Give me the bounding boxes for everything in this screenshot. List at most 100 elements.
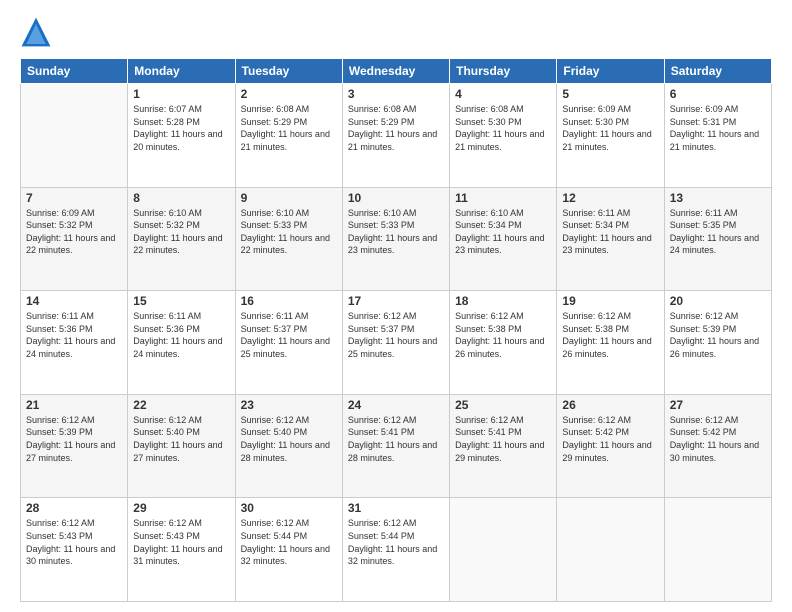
calendar-cell: 31 Sunrise: 6:12 AM Sunset: 5:44 PM Dayli… [342, 498, 449, 602]
day-number: 11 [455, 191, 551, 205]
calendar-cell: 30 Sunrise: 6:12 AM Sunset: 5:44 PM Dayli… [235, 498, 342, 602]
day-number: 4 [455, 87, 551, 101]
calendar-cell: 11 Sunrise: 6:10 AM Sunset: 5:34 PM Dayli… [450, 187, 557, 291]
day-number: 29 [133, 501, 229, 515]
calendar-week-row: 21 Sunrise: 6:12 AM Sunset: 5:39 PM Dayli… [21, 394, 772, 498]
day-info: Sunrise: 6:12 AM Sunset: 5:37 PM Dayligh… [348, 310, 444, 360]
day-number: 14 [26, 294, 122, 308]
day-number: 8 [133, 191, 229, 205]
calendar-cell: 3 Sunrise: 6:08 AM Sunset: 5:29 PM Daylig… [342, 84, 449, 188]
weekday-header: Monday [128, 59, 235, 84]
weekday-header: Sunday [21, 59, 128, 84]
calendar-cell [557, 498, 664, 602]
logo [20, 16, 56, 48]
calendar-cell: 28Sunrise: 6:12 AM Sunset: 5:43 PM Dayli… [21, 498, 128, 602]
day-number: 10 [348, 191, 444, 205]
day-number: 17 [348, 294, 444, 308]
calendar-cell: 27 Sunrise: 6:12 AM Sunset: 5:42 PM Dayli… [664, 394, 771, 498]
day-info: Sunrise: 6:10 AM Sunset: 5:32 PM Dayligh… [133, 207, 229, 257]
day-info: Sunrise: 6:12 AM Sunset: 5:40 PM Dayligh… [133, 414, 229, 464]
calendar-cell: 20 Sunrise: 6:12 AM Sunset: 5:39 PM Dayli… [664, 291, 771, 395]
calendar-cell: 2 Sunrise: 6:08 AM Sunset: 5:29 PM Daylig… [235, 84, 342, 188]
day-number: 22 [133, 398, 229, 412]
calendar-cell: 19 Sunrise: 6:12 AM Sunset: 5:38 PM Dayli… [557, 291, 664, 395]
day-info: Sunrise: 6:12 AM Sunset: 5:44 PM Dayligh… [241, 517, 337, 567]
calendar-cell: 23 Sunrise: 6:12 AM Sunset: 5:40 PM Dayli… [235, 394, 342, 498]
weekday-header: Tuesday [235, 59, 342, 84]
day-info: Sunrise: 6:12 AM Sunset: 5:43 PM Dayligh… [133, 517, 229, 567]
day-info: Sunrise: 6:08 AM Sunset: 5:29 PM Dayligh… [241, 103, 337, 153]
calendar-cell: 17 Sunrise: 6:12 AM Sunset: 5:37 PM Dayli… [342, 291, 449, 395]
day-number: 30 [241, 501, 337, 515]
calendar-cell: 22 Sunrise: 6:12 AM Sunset: 5:40 PM Dayli… [128, 394, 235, 498]
day-info: Sunrise: 6:12 AM Sunset: 5:41 PM Dayligh… [455, 414, 551, 464]
day-info: Sunrise: 6:11 AM Sunset: 5:36 PM Dayligh… [133, 310, 229, 360]
calendar-cell: 12Sunrise: 6:11 AM Sunset: 5:34 PM Dayli… [557, 187, 664, 291]
calendar-cell: 15 Sunrise: 6:11 AM Sunset: 5:36 PM Dayli… [128, 291, 235, 395]
day-number: 28 [26, 501, 122, 515]
day-info: Sunrise: 6:10 AM Sunset: 5:33 PM Dayligh… [241, 207, 337, 257]
day-number: 18 [455, 294, 551, 308]
day-info: Sunrise: 6:12 AM Sunset: 5:39 PM Dayligh… [670, 310, 766, 360]
header [20, 16, 772, 48]
day-number: 31 [348, 501, 444, 515]
day-info: Sunrise: 6:12 AM Sunset: 5:39 PM Dayligh… [26, 414, 122, 464]
day-number: 23 [241, 398, 337, 412]
calendar-week-row: 28 Sunrise: 6:12 AM Sunset: 5:43 PM Dayli… [21, 498, 772, 602]
calendar-cell [664, 498, 771, 602]
day-number: 15 [133, 294, 229, 308]
day-info: Sunrise: 6:12 AM Sunset: 5:38 PM Dayligh… [562, 310, 658, 360]
day-info: Sunrise: 6:12 AM Sunset: 5:41 PM Dayligh… [348, 414, 444, 464]
day-info: Sunrise: 6:11 AM Sunset: 5:35 PM Dayligh… [670, 207, 766, 257]
day-number: 2 [241, 87, 337, 101]
calendar-cell: 9 Sunrise: 6:10 AM Sunset: 5:33 PM Daylig… [235, 187, 342, 291]
day-info: Sunrise: 6:09 AM Sunset: 5:32 PM Dayligh… [26, 207, 122, 257]
calendar-cell: 21 Sunrise: 6:12 AM Sunset: 5:39 PM Dayli… [21, 394, 128, 498]
calendar-cell: 25 Sunrise: 6:12 AM Sunset: 5:41 PM Dayli… [450, 394, 557, 498]
day-info: Sunrise: 6:10 AM Sunset: 5:34 PM Dayligh… [455, 207, 551, 257]
day-info: Sunrise: 6:12 AM Sunset: 5:44 PM Dayligh… [348, 517, 444, 567]
weekday-header: Thursday [450, 59, 557, 84]
weekday-header: Wednesday [342, 59, 449, 84]
calendar-cell: 16Sunrise: 6:11 AM Sunset: 5:37 PM Dayli… [235, 291, 342, 395]
calendar-cell: 8 Sunrise: 6:10 AM Sunset: 5:32 PM Daylig… [128, 187, 235, 291]
calendar-week-row: 7 Sunrise: 6:09 AM Sunset: 5:32 PM Daylig… [21, 187, 772, 291]
page: SundayMondayTuesdayWednesdayThursdayFrid… [0, 0, 792, 612]
calendar-cell: 24 Sunrise: 6:12 AM Sunset: 5:41 PM Dayli… [342, 394, 449, 498]
day-number: 27 [670, 398, 766, 412]
calendar-cell [450, 498, 557, 602]
day-number: 9 [241, 191, 337, 205]
calendar-cell: 29 Sunrise: 6:12 AM Sunset: 5:43 PM Dayli… [128, 498, 235, 602]
day-number: 26 [562, 398, 658, 412]
day-number: 21 [26, 398, 122, 412]
day-number: 3 [348, 87, 444, 101]
calendar-cell: 14 Sunrise: 6:11 AM Sunset: 5:36 PM Dayli… [21, 291, 128, 395]
day-info: Sunrise: 6:11 AM Sunset: 5:34 PM Dayligh… [562, 207, 658, 257]
calendar-cell: 18Sunrise: 6:12 AM Sunset: 5:38 PM Dayli… [450, 291, 557, 395]
calendar-cell: 13 Sunrise: 6:11 AM Sunset: 5:35 PM Dayli… [664, 187, 771, 291]
calendar-week-row: 14 Sunrise: 6:11 AM Sunset: 5:36 PM Dayli… [21, 291, 772, 395]
calendar-cell: 5 Sunrise: 6:09 AM Sunset: 5:30 PM Daylig… [557, 84, 664, 188]
day-number: 19 [562, 294, 658, 308]
day-info: Sunrise: 6:11 AM Sunset: 5:37 PM Dayligh… [241, 310, 337, 360]
day-number: 20 [670, 294, 766, 308]
day-info: Sunrise: 6:12 AM Sunset: 5:42 PM Dayligh… [562, 414, 658, 464]
day-number: 25 [455, 398, 551, 412]
day-info: Sunrise: 6:12 AM Sunset: 5:40 PM Dayligh… [241, 414, 337, 464]
day-info: Sunrise: 6:08 AM Sunset: 5:30 PM Dayligh… [455, 103, 551, 153]
day-number: 13 [670, 191, 766, 205]
day-info: Sunrise: 6:09 AM Sunset: 5:31 PM Dayligh… [670, 103, 766, 153]
calendar-cell: 4 Sunrise: 6:08 AM Sunset: 5:30 PM Daylig… [450, 84, 557, 188]
day-info: Sunrise: 6:08 AM Sunset: 5:29 PM Dayligh… [348, 103, 444, 153]
day-info: Sunrise: 6:11 AM Sunset: 5:36 PM Dayligh… [26, 310, 122, 360]
day-number: 7 [26, 191, 122, 205]
weekday-header: Saturday [664, 59, 771, 84]
calendar-week-row: 1Sunrise: 6:07 AM Sunset: 5:28 PM Daylig… [21, 84, 772, 188]
calendar-cell: 1Sunrise: 6:07 AM Sunset: 5:28 PM Daylig… [128, 84, 235, 188]
calendar-cell: 10Sunrise: 6:10 AM Sunset: 5:33 PM Dayli… [342, 187, 449, 291]
day-number: 5 [562, 87, 658, 101]
day-number: 24 [348, 398, 444, 412]
calendar: SundayMondayTuesdayWednesdayThursdayFrid… [20, 58, 772, 602]
day-info: Sunrise: 6:09 AM Sunset: 5:30 PM Dayligh… [562, 103, 658, 153]
day-info: Sunrise: 6:12 AM Sunset: 5:42 PM Dayligh… [670, 414, 766, 464]
